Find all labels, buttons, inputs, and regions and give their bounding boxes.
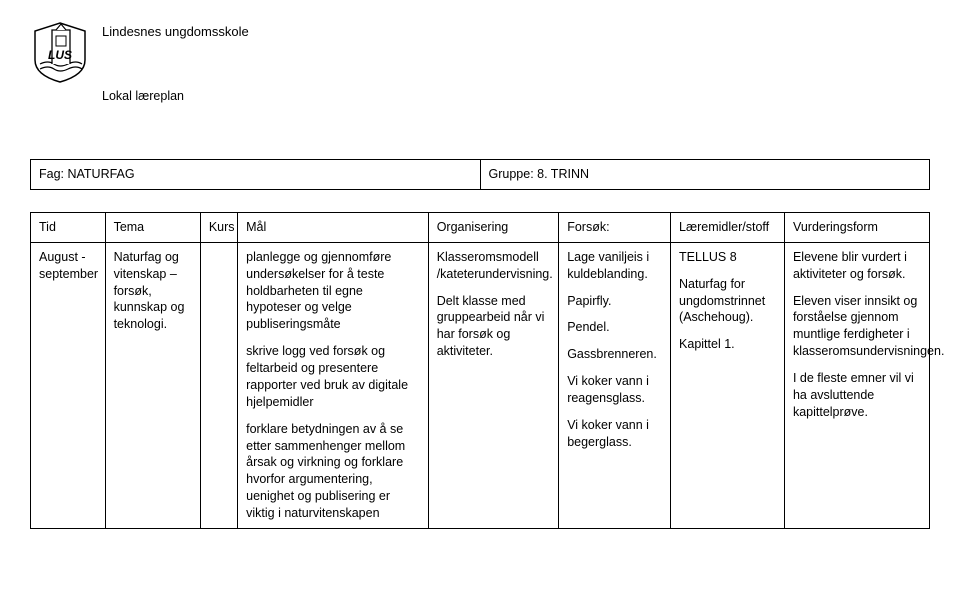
col-header-laeremidler: Læremidler/stoff (671, 212, 785, 242)
laeremidler-item: Kapittel 1. (679, 336, 776, 353)
org-item: Delt klasse med gruppearbeid når vi har … (437, 293, 551, 361)
forsok-item: Lage vaniljeis i kuldeblanding. (567, 249, 662, 283)
meta-gruppe: Gruppe: 8. TRINN (480, 160, 930, 190)
cell-tema: Naturfag og vitenskap – forsøk, kunnskap… (105, 242, 200, 528)
col-header-tema: Tema (105, 212, 200, 242)
col-header-tid: Tid (31, 212, 106, 242)
table-row: August - september Naturfag og vitenskap… (31, 242, 930, 528)
curriculum-table: Tid Tema Kurs Mål Organisering Forsøk: L… (30, 212, 930, 529)
page-header: LUS Lindesnes ungdomsskole (30, 20, 930, 85)
goal-item: skrive logg ved forsøk og feltarbeid og … (246, 343, 420, 411)
org-item: Klasseromsmodell /kateterundervisning. (437, 249, 551, 283)
goal-item: planlegge og gjennomføre undersøkelser f… (246, 249, 420, 333)
cell-laeremidler: TELLUS 8 Naturfag for ungdomstrinnet (As… (671, 242, 785, 528)
vurdering-item: Elevene blir vurdert i aktiviteter og fo… (793, 249, 921, 283)
forsok-item: Vi koker vann i begerglass. (567, 417, 662, 451)
cell-kurs (200, 242, 237, 528)
cell-tid: August - september (31, 242, 106, 528)
cell-maal: planlegge og gjennomføre undersøkelser f… (238, 242, 429, 528)
forsok-item: Vi koker vann i reagensglass. (567, 373, 662, 407)
school-name: Lindesnes ungdomsskole (102, 20, 249, 39)
col-header-kurs: Kurs (200, 212, 237, 242)
vurdering-item: Eleven viser innsikt og forståelse gjenn… (793, 293, 921, 361)
vurdering-item: I de fleste emner vil vi ha avsluttende … (793, 370, 921, 421)
forsok-item: Gassbrenneren. (567, 346, 662, 363)
meta-fag: Fag: NATURFAG (31, 160, 481, 190)
col-header-vurdering: Vurderingsform (784, 212, 929, 242)
school-logo: LUS (30, 20, 90, 85)
laeremidler-item: TELLUS 8 (679, 249, 776, 266)
cell-forsok: Lage vaniljeis i kuldeblanding. Papirfly… (559, 242, 671, 528)
document-subtitle: Lokal læreplan (102, 89, 930, 103)
col-header-organisering: Organisering (428, 212, 559, 242)
goal-item: forklare betydningen av å se etter samme… (246, 421, 420, 522)
meta-table: Fag: NATURFAG Gruppe: 8. TRINN (30, 159, 930, 190)
table-header-row: Tid Tema Kurs Mål Organisering Forsøk: L… (31, 212, 930, 242)
laeremidler-item: Naturfag for ungdomstrinnet (Aschehoug). (679, 276, 776, 327)
col-header-maal: Mål (238, 212, 429, 242)
col-header-forsok: Forsøk: (559, 212, 671, 242)
forsok-item: Pendel. (567, 319, 662, 336)
cell-organisering: Klasseromsmodell /kateterundervisning. D… (428, 242, 559, 528)
forsok-item: Papirfly. (567, 293, 662, 310)
cell-vurdering: Elevene blir vurdert i aktiviteter og fo… (784, 242, 929, 528)
svg-text:LUS: LUS (48, 48, 72, 62)
